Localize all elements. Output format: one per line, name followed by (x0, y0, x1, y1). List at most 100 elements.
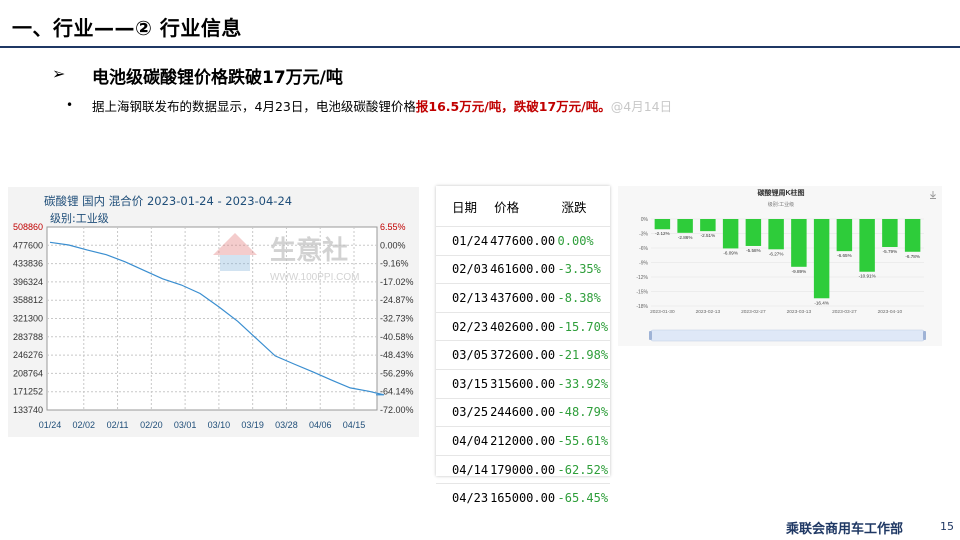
table-cell: 461600.00 (490, 254, 558, 284)
y-tick-left: 396324 (13, 277, 43, 287)
x-tick: 02/02 (73, 420, 96, 430)
y-tick: 0% (641, 217, 649, 223)
table-cell: 402600.00 (490, 311, 558, 341)
bar-chart-title: 碳酸锂周K柱图 (757, 188, 804, 197)
table-cell: 01/24 (436, 226, 491, 256)
bar-label: -2.12% (655, 231, 670, 236)
y-tick-right: -32.73% (380, 314, 414, 324)
y-tick: -9% (639, 261, 648, 267)
table-cell: 03/25 (436, 397, 491, 427)
bar-label: -6.65% (837, 253, 852, 258)
table-cell: -15.70% (557, 311, 610, 341)
table-cell: 179000.00 (490, 454, 558, 484)
bar (836, 219, 853, 252)
y-tick-left: 477600 (13, 240, 43, 250)
x-tick: 03/19 (241, 420, 264, 430)
table-cell: 04/14 (436, 454, 491, 484)
table-cell: 477600.00 (490, 226, 558, 256)
y-tick-right: -64.14% (380, 387, 414, 397)
bar (677, 219, 693, 233)
table-row: 04/14 179000.00 -62.52% (436, 454, 610, 484)
table-row: 02/13 437600.00 -8.38% (436, 283, 610, 313)
bar-label: -6.78% (905, 254, 920, 259)
table-cell: -3.35% (557, 254, 610, 284)
y-tick: -6% (639, 246, 648, 252)
table-cell: 02/03 (436, 254, 491, 284)
bar-label: -5.58% (746, 248, 761, 253)
bar-chart-subtitle: 级别:工业级 (768, 201, 794, 208)
table-cell: 04/04 (436, 426, 491, 456)
x-tick: 03/28 (275, 420, 298, 430)
table-row: 01/24 477600.00 0.00% (436, 226, 610, 256)
y-tick-right: -72.00% (380, 405, 414, 415)
section-heading: 电池级碳酸锂价格跌破17万元/吨 (92, 68, 343, 88)
table-header-row: 日期 价格 涨跌 (436, 186, 610, 227)
price-table-panel: 日期 价格 涨跌 01/24 477600.00 0.00% 02/03 461600.00… (436, 186, 610, 512)
table-cell: -55.61% (557, 426, 610, 456)
bar (791, 219, 807, 267)
bar-label: -6.27% (769, 251, 784, 256)
y-tick-left: 321300 (13, 314, 43, 324)
table-cell: 03/15 (436, 368, 491, 399)
y-tick-left: 358812 (13, 295, 43, 305)
bar (882, 219, 898, 247)
column-header: 价格 (494, 199, 520, 215)
x-tick: 2023-04-10 (878, 309, 903, 315)
table-cell: -33.92% (557, 368, 610, 399)
bar (722, 219, 739, 249)
header-divider (0, 46, 960, 48)
bar-label: -2.51% (701, 233, 716, 238)
bar-label: -5.79% (883, 249, 898, 254)
y-tick-left: 508860 (13, 222, 43, 232)
table-cell: 0.00% (557, 226, 610, 256)
table-cell: 212000.00 (490, 426, 558, 456)
bullet-icon: • (66, 98, 74, 112)
y-tick-left: 171252 (13, 387, 43, 397)
table-cell: -62.52% (557, 454, 610, 484)
table-cell: 04/23 (436, 483, 491, 512)
x-tick: 01/24 (39, 420, 62, 430)
y-tick-right: 0.00% (380, 240, 406, 250)
bullet-text: 据上海钢联发布的数据显示，4月23日，电池级碳酸锂价格报16.5万元/吨，跌破1… (92, 96, 672, 115)
slider-handle-left[interactable] (649, 331, 652, 340)
bullet-text-highlight: 报16.5万元/吨，跌破17万元/吨。 (415, 99, 611, 114)
y-tick: -18% (636, 304, 648, 310)
x-tick: 03/10 (208, 420, 231, 430)
bar (745, 219, 762, 246)
slider-handle-right[interactable] (923, 331, 926, 340)
table-cell: 244600.00 (490, 397, 558, 427)
table-cell: 437600.00 (490, 283, 558, 313)
bar-label: -16.4% (814, 300, 829, 305)
table-cell: 02/23 (436, 311, 491, 341)
page-title: 一、行业——② 行业信息 (12, 16, 242, 40)
table-row: 02/23 402600.00 -15.70% (436, 311, 610, 341)
x-tick: 04/06 (309, 420, 332, 430)
bullet-text-note: @4月14日 (610, 99, 673, 114)
x-tick: 2023-02-13 (696, 309, 721, 315)
y-tick: -15% (636, 290, 648, 296)
range-slider[interactable] (649, 329, 926, 342)
table-cell: -65.45% (557, 483, 610, 512)
bar-label: -9.89% (792, 269, 807, 274)
table-row: 04/23 165000.00 -65.45% (436, 483, 610, 512)
bar-label: -6.09% (723, 250, 738, 255)
table-row: 03/15 315600.00 -33.92% (436, 368, 610, 399)
watermark-house-icon (220, 255, 250, 271)
download-icon[interactable] (930, 191, 936, 199)
page-number: 15 (940, 520, 954, 533)
column-header: 涨跌 (561, 199, 587, 215)
table-cell: 03/05 (436, 340, 491, 370)
x-tick: 2023-03-27 (832, 309, 857, 315)
table-cell: 02/13 (436, 283, 491, 313)
bar-label: -10.91% (859, 274, 876, 279)
table-row: 04/04 212000.00 -55.61% (436, 426, 610, 456)
x-tick: 02/11 (107, 420, 129, 430)
table-cell: -48.79% (557, 397, 610, 427)
arrow-bullet-icon: ➢ (52, 64, 66, 83)
y-tick-left: 246276 (13, 350, 43, 360)
x-tick: 2023-03-13 (787, 309, 812, 315)
price-table: 日期 价格 涨跌 01/24 477600.00 0.00% 02/03 461600.00… (436, 186, 610, 512)
y-tick: -12% (636, 275, 648, 281)
bar (654, 219, 671, 230)
table-cell: -21.98% (557, 340, 610, 370)
